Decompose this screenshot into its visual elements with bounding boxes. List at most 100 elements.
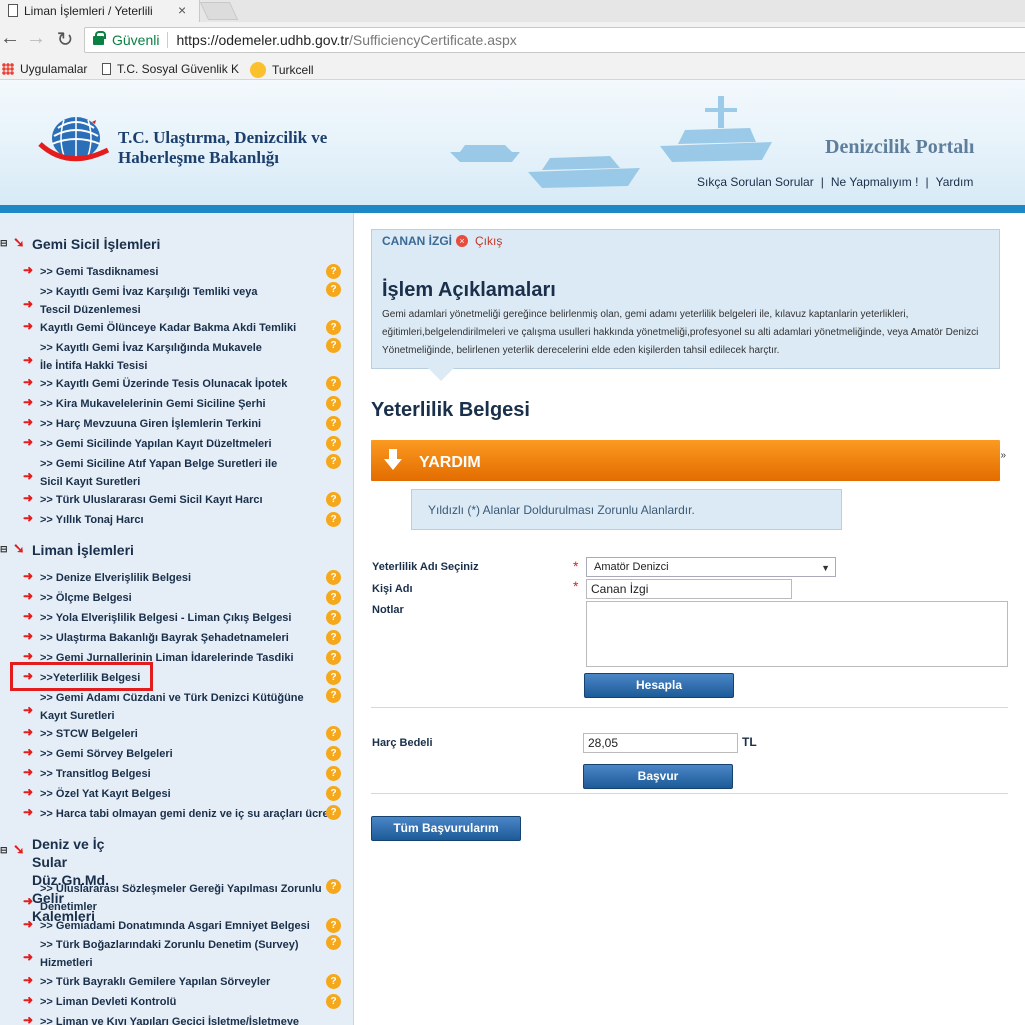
help-bar[interactable]: YARDIM »: [371, 440, 1006, 481]
help-icon[interactable]: ?: [326, 610, 341, 625]
url-host: https://odemeler.udhb.gov.tr: [176, 32, 349, 48]
banner-divider: [0, 205, 1025, 213]
browser-toolbar: ← → ↻ Güvenli https://odemeler.udhb.gov.…: [0, 22, 1025, 58]
fee-label: Harç Bedeli: [372, 737, 433, 749]
help-icon[interactable]: ?: [326, 570, 341, 585]
help-icon[interactable]: ?: [326, 746, 341, 761]
collapse-icon[interactable]: ⊟: [0, 238, 8, 249]
forward-arrow-icon[interactable]: →: [26, 27, 46, 50]
collapse-icon[interactable]: ⊟: [0, 544, 8, 555]
main-content: CANAN İZGİ × Çıkış İşlem Açıklamaları Ge…: [355, 213, 1025, 1025]
red-arrow-icon: ➜: [23, 297, 34, 311]
page-icon: [102, 63, 111, 75]
help-icon[interactable]: ?: [326, 396, 341, 411]
help-icon[interactable]: ?: [326, 918, 341, 933]
logout-icon[interactable]: ×: [456, 235, 468, 247]
red-arrow-icon: ➜: [23, 629, 34, 643]
calculate-button[interactable]: Hesapla: [584, 673, 734, 698]
red-arrow-icon: ➜: [23, 491, 34, 505]
page-icon: [8, 4, 18, 17]
help-icon[interactable]: ?: [326, 436, 341, 451]
logout-link[interactable]: Çıkış: [475, 234, 502, 248]
address-bar[interactable]: Güvenli https://odemeler.udhb.gov.tr/Suf…: [84, 27, 1025, 53]
help-icon[interactable]: ?: [326, 994, 341, 1009]
browser-tab[interactable]: Liman İşlemleri / Yeterlili ×: [0, 0, 200, 22]
fee-input[interactable]: 28,05: [583, 733, 738, 753]
red-arrow-icon: ➜: [23, 950, 34, 964]
lock-icon: [93, 30, 106, 45]
currency-label: TL: [742, 735, 757, 749]
required-mark: *: [573, 578, 579, 594]
red-arrow-icon: ➜: [23, 395, 34, 409]
help-icon[interactable]: ?: [326, 630, 341, 645]
all-applications-button[interactable]: Tüm Başvurularım: [371, 816, 521, 841]
help-icon[interactable]: ?: [326, 416, 341, 431]
help-icon[interactable]: ?: [326, 320, 341, 335]
red-arrow-icon: ➜: [23, 415, 34, 429]
help-icon[interactable]: ?: [326, 688, 341, 703]
secure-label: Güvenli: [112, 32, 160, 48]
bookmark-turkcell[interactable]: Turkcell: [250, 62, 314, 78]
red-arrow-icon: ➜: [23, 745, 34, 759]
required-mark: *: [573, 558, 579, 574]
red-arrow-icon: ➜: [23, 263, 34, 277]
red-arrow-icon: ➜: [23, 973, 34, 987]
red-arrow-icon: ➜: [23, 319, 34, 333]
help-icon[interactable]: ?: [326, 650, 341, 665]
help-icon[interactable]: ?: [326, 766, 341, 781]
faq-link[interactable]: Sıkça Sorulan Sorular: [697, 175, 814, 189]
apply-button[interactable]: Başvur: [583, 764, 733, 789]
back-arrow-icon[interactable]: ←: [0, 27, 20, 50]
red-arrow-icon: ➜: [23, 435, 34, 449]
help-icon[interactable]: ?: [326, 338, 341, 353]
reload-icon[interactable]: ↻: [55, 27, 75, 52]
help-icon[interactable]: ?: [326, 512, 341, 527]
help-icon[interactable]: ?: [326, 282, 341, 297]
help-icon[interactable]: ?: [326, 454, 341, 469]
help-icon[interactable]: ?: [326, 879, 341, 894]
help-icon[interactable]: ?: [326, 492, 341, 507]
what-to-do-link[interactable]: Ne Yapmalıyım !: [831, 175, 919, 189]
help-icon[interactable]: ?: [326, 786, 341, 801]
collapse-icon[interactable]: ⊟: [0, 845, 8, 856]
help-icon[interactable]: ?: [326, 805, 341, 820]
apps-grid-icon: [2, 63, 14, 75]
help-bar-label: YARDIM: [419, 454, 481, 471]
required-fields-info: Yıldızlı (*) Alanlar Doldurulması Zorunl…: [411, 489, 842, 530]
help-link[interactable]: Yardım: [936, 175, 974, 189]
name-input[interactable]: Canan İzgi: [586, 579, 792, 599]
chevron-down-icon: ▼: [821, 563, 830, 573]
browser-tab-strip: Liman İşlemleri / Yeterlili ×: [0, 0, 1025, 22]
bookmark-sgk[interactable]: T.C. Sosyal Güvenlik K: [102, 62, 239, 76]
section-arrow-icon: ➘: [13, 540, 25, 556]
panel-pointer: [427, 367, 455, 381]
red-arrow-icon: ➜: [23, 511, 34, 525]
page-title: Yeterlilik Belgesi: [371, 399, 530, 421]
new-tab-button[interactable]: [199, 2, 239, 20]
tab-title: Liman İşlemleri / Yeterlili: [24, 4, 153, 18]
tab-close-icon[interactable]: ×: [178, 2, 186, 18]
qualification-label: Yeterlilik Adı Seçiniz: [372, 561, 479, 573]
name-label: Kişi Adı: [372, 583, 413, 595]
expand-chevron-icon[interactable]: »: [1000, 450, 1006, 461]
selection-highlight: [10, 662, 153, 691]
qualification-select[interactable]: Amatör Denizci ▼: [586, 557, 836, 577]
help-icon[interactable]: ?: [326, 726, 341, 741]
red-arrow-icon: ➜: [23, 609, 34, 623]
description-panel: CANAN İZGİ × Çıkış İşlem Açıklamaları Ge…: [371, 229, 1000, 369]
top-links: Sıkça Sorulan Sorular | Ne Yapmalıyım ! | Ya…: [697, 175, 974, 189]
help-icon[interactable]: ?: [326, 376, 341, 391]
ministry-logo-icon: [38, 117, 110, 162]
divider: [371, 793, 1008, 794]
bookmark-apps[interactable]: Uygulamalar: [2, 62, 87, 76]
red-arrow-icon: ➜: [23, 375, 34, 389]
help-icon[interactable]: ?: [326, 590, 341, 605]
help-icon[interactable]: ?: [326, 264, 341, 279]
red-arrow-icon: ➜: [23, 894, 34, 908]
red-arrow-icon: ➜: [23, 805, 34, 819]
divider: [371, 707, 1008, 708]
help-icon[interactable]: ?: [326, 935, 341, 950]
help-icon[interactable]: ?: [326, 974, 341, 989]
help-icon[interactable]: ?: [326, 670, 341, 685]
notes-textarea[interactable]: [586, 601, 1008, 667]
